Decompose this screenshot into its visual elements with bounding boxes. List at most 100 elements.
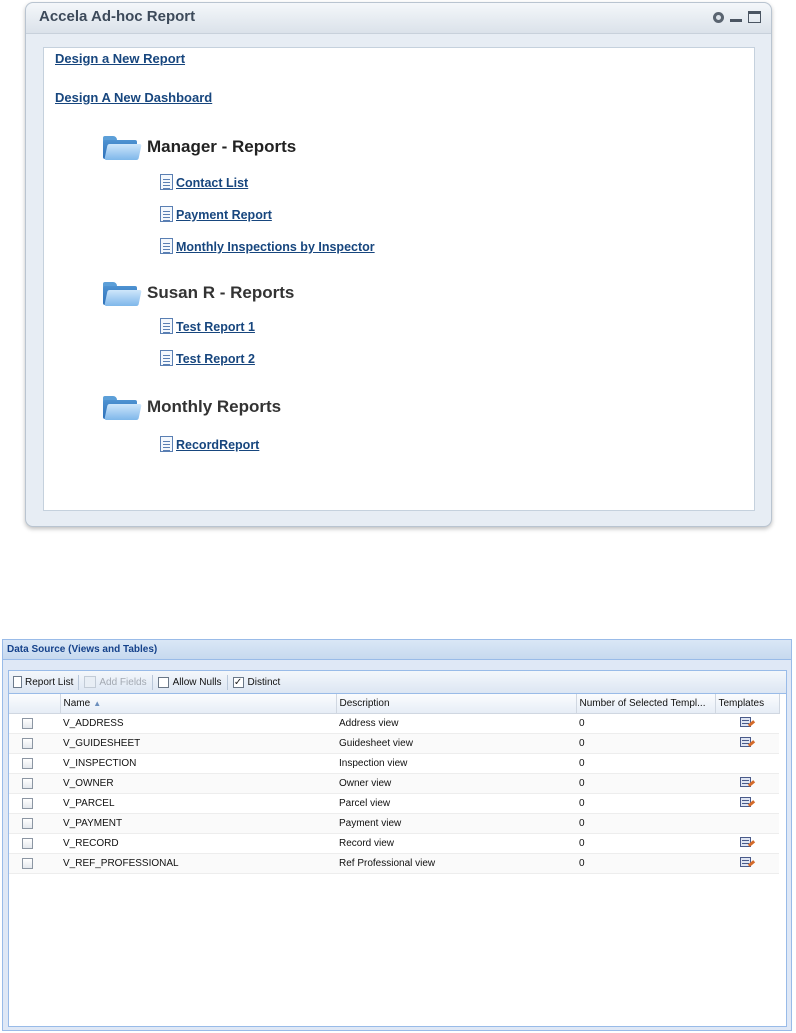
folder-icon: [102, 280, 142, 306]
edit-template-icon[interactable]: [739, 857, 755, 870]
table-row[interactable]: V_REF_PROFESSIONAL Ref Professional view 0: [9, 853, 779, 874]
allow-nulls-label: Allow Nulls: [172, 676, 222, 688]
edit-template-icon[interactable]: [739, 797, 755, 810]
document-icon: [160, 238, 173, 254]
folder-monthly-reports[interactable]: Monthly Reports: [102, 394, 281, 420]
cell-selected-count: 0: [576, 773, 715, 794]
allow-nulls-checkbox[interactable]: [157, 676, 169, 688]
report-record-report[interactable]: RecordReport: [160, 436, 259, 452]
sort-ascending-icon: ▲: [93, 699, 102, 708]
design-new-dashboard-link[interactable]: Design A New Dashboard: [55, 90, 212, 105]
cell-description: Parcel view: [336, 793, 576, 814]
edit-template-icon[interactable]: [739, 737, 755, 750]
folder-manager-reports[interactable]: Manager - Reports: [102, 134, 296, 160]
row-select-cell: [9, 733, 60, 754]
folder-icon: [102, 394, 142, 420]
cell-description: Inspection view: [336, 753, 576, 774]
design-new-report-link[interactable]: Design a New Report: [55, 51, 185, 66]
row-checkbox[interactable]: [22, 798, 33, 809]
row-select-cell: [9, 773, 60, 794]
report-test-report-1[interactable]: Test Report 1: [160, 318, 255, 334]
folder-susan-r-reports[interactable]: Susan R - Reports: [102, 280, 294, 306]
document-icon: [160, 436, 173, 452]
row-checkbox[interactable]: [22, 818, 33, 829]
cell-selected-count: 0: [576, 833, 715, 854]
table-row[interactable]: V_OWNER Owner view 0: [9, 773, 779, 794]
edit-template-icon[interactable]: [739, 837, 755, 850]
maximize-icon[interactable]: [748, 10, 761, 23]
cell-name: V_REF_PROFESSIONAL: [60, 853, 336, 874]
cell-selected-count: 0: [576, 793, 715, 814]
minimize-icon[interactable]: [729, 10, 743, 23]
data-source-toolbar: Report List Add Fields Allow Nulls ✓ Dis…: [9, 671, 786, 694]
row-checkbox[interactable]: [22, 718, 33, 729]
toolbar-separator: [78, 674, 80, 690]
report-list-label: Report List: [25, 676, 74, 688]
add-fields-icon: [84, 676, 97, 688]
allow-nulls-toggle[interactable]: Allow Nulls: [157, 676, 222, 688]
document-icon: [160, 206, 173, 222]
report-list-body: Design a New Report Design A New Dashboa…: [43, 47, 755, 511]
edit-template-icon[interactable]: [739, 717, 755, 730]
edit-template-icon[interactable]: [739, 777, 755, 790]
cell-description: Address view: [336, 713, 576, 734]
report-link[interactable]: Monthly Inspections by Inspector: [176, 240, 375, 254]
add-fields-button[interactable]: Add Fields: [84, 676, 147, 688]
toolbar-separator: [151, 674, 153, 690]
row-checkbox[interactable]: [22, 838, 33, 849]
report-list-button[interactable]: Report List: [13, 676, 73, 688]
column-header-selected-templates[interactable]: Number of Selected Templ...: [576, 694, 716, 714]
report-link[interactable]: Payment Report: [176, 208, 272, 222]
folder-icon: [102, 134, 142, 160]
report-link[interactable]: Test Report 2: [176, 352, 255, 366]
row-checkbox[interactable]: [22, 758, 33, 769]
data-source-panel: Data Source (Views and Tables) Report Li…: [2, 639, 792, 1031]
table-row[interactable]: V_INSPECTION Inspection view 0: [9, 753, 779, 774]
row-checkbox[interactable]: [22, 738, 33, 749]
table-row[interactable]: V_GUIDESHEET Guidesheet view 0: [9, 733, 779, 754]
table-row[interactable]: V_PARCEL Parcel view 0: [9, 793, 779, 814]
table-row[interactable]: V_RECORD Record view 0: [9, 833, 779, 854]
table-row[interactable]: V_ADDRESS Address view 0: [9, 713, 779, 734]
row-select-cell: [9, 853, 60, 874]
distinct-toggle[interactable]: ✓ Distinct: [232, 676, 280, 688]
portlet-header-icons: [713, 10, 761, 23]
row-select-cell: [9, 793, 60, 814]
document-icon: [160, 350, 173, 366]
row-checkbox[interactable]: [22, 858, 33, 869]
cell-selected-count: 0: [576, 713, 715, 734]
cell-name: V_INSPECTION: [60, 753, 336, 774]
data-source-table: Name ▲ Description Number of Selected Tem…: [9, 694, 780, 874]
cell-description: Guidesheet view: [336, 733, 576, 754]
cell-templates: [715, 833, 779, 854]
report-monthly-inspections[interactable]: Monthly Inspections by Inspector: [160, 238, 375, 254]
report-payment-report[interactable]: Payment Report: [160, 206, 272, 222]
report-link[interactable]: Contact List: [176, 176, 248, 190]
distinct-checkbox[interactable]: ✓: [232, 676, 244, 688]
column-header-description[interactable]: Description: [336, 694, 577, 714]
table-row[interactable]: V_PAYMENT Payment view 0: [9, 813, 779, 834]
gear-icon[interactable]: [713, 11, 724, 23]
report-link[interactable]: RecordReport: [176, 438, 259, 452]
adhoc-report-portlet: Accela Ad-hoc Report Design a New Report…: [25, 2, 772, 527]
cell-selected-count: 0: [576, 753, 715, 774]
cell-name: V_RECORD: [60, 833, 336, 854]
report-test-report-2[interactable]: Test Report 2: [160, 350, 255, 366]
toolbar-separator: [226, 674, 228, 690]
column-header-name[interactable]: Name ▲: [60, 694, 337, 714]
row-checkbox[interactable]: [22, 778, 33, 789]
select-column-header: [9, 694, 61, 714]
row-select-cell: [9, 833, 60, 854]
cell-templates: [715, 753, 779, 774]
document-icon: [160, 174, 173, 190]
report-contact-list[interactable]: Contact List: [160, 174, 248, 190]
data-source-grid-panel: Report List Add Fields Allow Nulls ✓ Dis…: [8, 670, 787, 1027]
report-link[interactable]: Test Report 1: [176, 320, 255, 334]
folder-title: Monthly Reports: [147, 397, 282, 416]
cell-description: Record view: [336, 833, 576, 854]
cell-selected-count: 0: [576, 733, 715, 754]
column-header-templates[interactable]: Templates: [715, 694, 780, 714]
cell-name: V_GUIDESHEET: [60, 733, 336, 754]
cell-templates: [715, 713, 779, 734]
cell-description: Payment view: [336, 813, 576, 834]
